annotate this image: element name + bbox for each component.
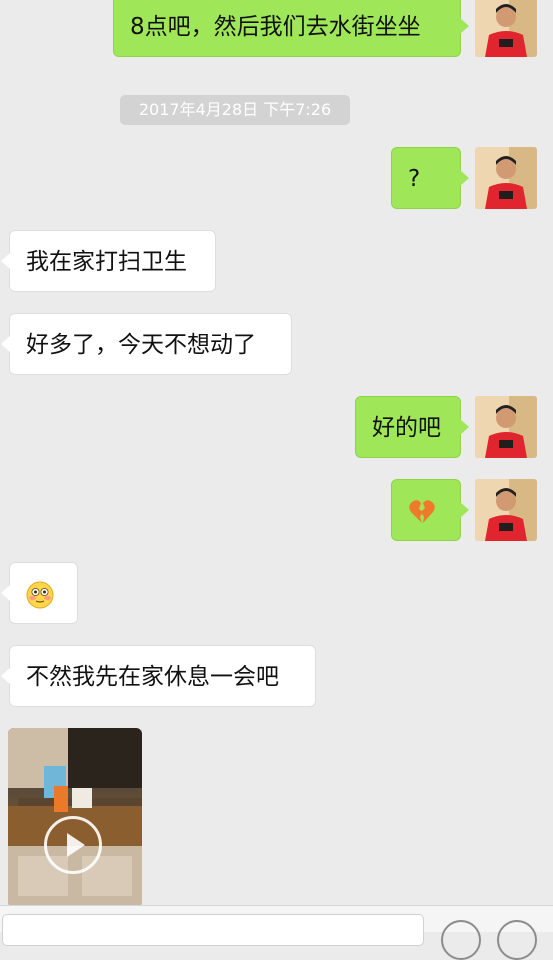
sent-message-bubble[interactable]: 好的吧 xyxy=(355,396,469,458)
avatar-image xyxy=(475,479,537,541)
received-message-bubble[interactable]: 不然我先在家休息一会吧 xyxy=(1,645,316,707)
sent-message-bubble[interactable] xyxy=(391,479,469,541)
message-text: ? xyxy=(408,166,421,192)
chat-area[interactable]: 8点吧，然后我们去水街坐坐 2017年4月28日 下午7:26 ? 我在家打扫卫… xyxy=(0,0,553,905)
message-text: 8点吧，然后我们去水街坐坐 xyxy=(130,14,421,40)
input-toolbar xyxy=(0,905,553,960)
message-text: 不然我先在家休息一会吧 xyxy=(26,664,279,690)
avatar-image xyxy=(475,147,537,209)
sent-message-bubble[interactable]: ? xyxy=(391,147,469,209)
more-options-button[interactable] xyxy=(497,920,537,960)
message-text: 好多了，今天不想动了 xyxy=(26,332,256,358)
broken-heart-icon xyxy=(409,499,435,523)
my-avatar[interactable] xyxy=(475,396,537,458)
emoji-button[interactable] xyxy=(441,920,481,960)
timestamp: 2017年4月28日 下午7:26 xyxy=(120,95,350,125)
message-input[interactable] xyxy=(2,914,424,946)
received-message-bubble[interactable] xyxy=(1,562,78,624)
sent-message-bubble[interactable]: 8点吧，然后我们去水街坐坐 xyxy=(113,0,469,57)
message-text: 好的吧 xyxy=(372,415,441,441)
message-text: 我在家打扫卫生 xyxy=(26,249,187,275)
play-icon[interactable] xyxy=(44,816,102,874)
flushed-face-icon xyxy=(26,581,54,608)
avatar-image xyxy=(475,0,537,57)
my-avatar[interactable] xyxy=(475,0,537,57)
my-avatar[interactable] xyxy=(475,147,537,209)
received-message-bubble[interactable]: 好多了，今天不想动了 xyxy=(1,313,292,375)
avatar-image xyxy=(475,396,537,458)
video-message-thumbnail[interactable] xyxy=(8,728,142,905)
received-message-bubble[interactable]: 我在家打扫卫生 xyxy=(1,230,216,292)
my-avatar[interactable] xyxy=(475,479,537,541)
